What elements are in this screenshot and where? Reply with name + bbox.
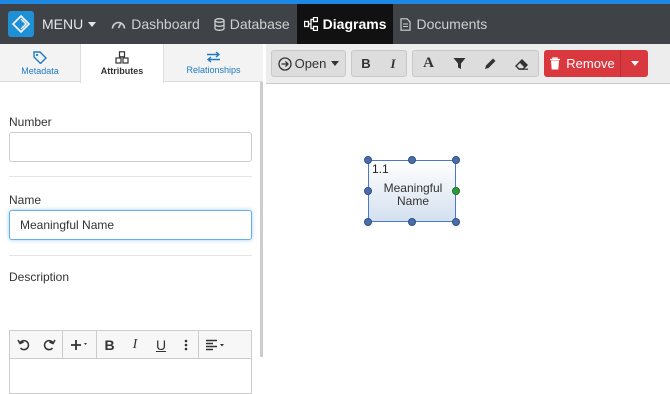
node-name-line2: Name: [396, 194, 429, 208]
filter-icon[interactable]: [444, 51, 475, 76]
name-field[interactable]: Meaningful Name: [9, 210, 252, 240]
tab-attributes-label: Attributes: [100, 66, 144, 76]
more-options-icon[interactable]: [174, 331, 198, 359]
nav-database[interactable]: Database: [207, 4, 297, 44]
diagram-node[interactable]: 1.1 Meaningful Name: [368, 160, 456, 222]
connect-handle[interactable]: [452, 187, 460, 195]
dashboard-icon: [111, 21, 126, 29]
tab-relationships-label: Relationships: [186, 65, 241, 75]
resize-handle-sw[interactable]: [364, 218, 372, 226]
trash-icon: [550, 57, 561, 70]
font-icon[interactable]: A: [413, 51, 444, 76]
node-id: 1.1: [372, 162, 389, 176]
sign-in-icon: [277, 56, 292, 71]
chevron-down-icon: [88, 21, 97, 27]
diamond-logo-icon[interactable]: [8, 11, 34, 37]
open-label: Open: [294, 56, 327, 71]
tab-relationships[interactable]: Relationships: [164, 44, 263, 82]
database-icon: [214, 17, 225, 31]
document-icon: [400, 17, 412, 31]
properties-panel: Metadata Attributes Relationships Number…: [0, 44, 263, 394]
open-button[interactable]: Open: [272, 51, 345, 76]
text-style-group: B I: [351, 50, 407, 77]
bold-icon[interactable]: B: [96, 330, 122, 359]
description-field[interactable]: [10, 359, 251, 393]
tab-metadata[interactable]: Metadata: [0, 44, 80, 82]
underline-icon[interactable]: U: [148, 331, 174, 359]
node-name: Meaningful Name: [369, 182, 457, 208]
number-label: Number: [9, 115, 52, 129]
menu-label: MENU: [42, 16, 84, 32]
nav-documents-label: Documents: [416, 16, 488, 32]
remove-dropdown-toggle[interactable]: [621, 61, 648, 66]
name-label: Name: [9, 193, 42, 207]
resize-handle-nw[interactable]: [364, 156, 372, 164]
resize-handle-ne[interactable]: [452, 156, 460, 164]
editor-toolbar: B I U: [10, 330, 251, 359]
resize-handle-n[interactable]: [408, 156, 416, 164]
format-group: A: [412, 50, 539, 77]
redo-icon[interactable]: [36, 331, 62, 359]
tag-icon: [33, 50, 47, 64]
resize-handle-s[interactable]: [408, 218, 416, 226]
remove-button-group: Remove: [544, 50, 648, 77]
number-field[interactable]: [9, 132, 252, 162]
tab-metadata-label: Metadata: [21, 65, 59, 76]
open-button-group: Open: [271, 50, 346, 77]
nav-documents[interactable]: Documents: [393, 4, 494, 44]
divider: [9, 255, 252, 256]
resize-handle-se[interactable]: [452, 218, 460, 226]
resize-handle-w[interactable]: [364, 187, 372, 195]
undo-icon[interactable]: [10, 331, 36, 359]
main-menu-button[interactable]: MENU: [42, 16, 97, 32]
bold-button[interactable]: B: [352, 51, 380, 76]
diagram-icon: [303, 17, 318, 31]
nav-diagrams[interactable]: Diagrams: [296, 4, 394, 44]
pencil-icon[interactable]: [475, 51, 506, 76]
italic-button[interactable]: I: [380, 51, 406, 76]
eraser-icon[interactable]: [506, 51, 538, 76]
align-icon[interactable]: [198, 330, 232, 359]
description-label: Description: [9, 270, 70, 284]
navbar: MENU Dashboard Database Diagrams Documen…: [0, 4, 670, 44]
chevron-down-icon: [630, 61, 639, 66]
remove-label: Remove: [566, 56, 615, 71]
description-editor: B I U: [9, 330, 252, 394]
chevron-down-icon: [331, 61, 340, 66]
tab-attributes[interactable]: Attributes: [80, 44, 164, 83]
divider: [9, 176, 252, 177]
nav-diagrams-label: Diagrams: [322, 16, 387, 32]
remove-button[interactable]: Remove: [544, 50, 621, 77]
diagram-toolbar: Open B I A Remove: [266, 44, 670, 84]
nav-database-label: Database: [229, 16, 290, 32]
nav-dashboard[interactable]: Dashboard: [104, 4, 207, 44]
insert-plus-icon[interactable]: [62, 330, 96, 359]
nav-dashboard-label: Dashboard: [131, 16, 200, 32]
diagram-canvas[interactable]: 1.1 Meaningful Name: [266, 85, 670, 357]
diagram-panel: Open B I A Remove 1.1 Meaningful Name: [266, 44, 670, 357]
properties-tabs: Metadata Attributes Relationships: [0, 44, 263, 83]
cubes-icon: [115, 51, 129, 64]
exchange-icon: [206, 51, 221, 63]
italic-icon[interactable]: I: [122, 331, 148, 359]
